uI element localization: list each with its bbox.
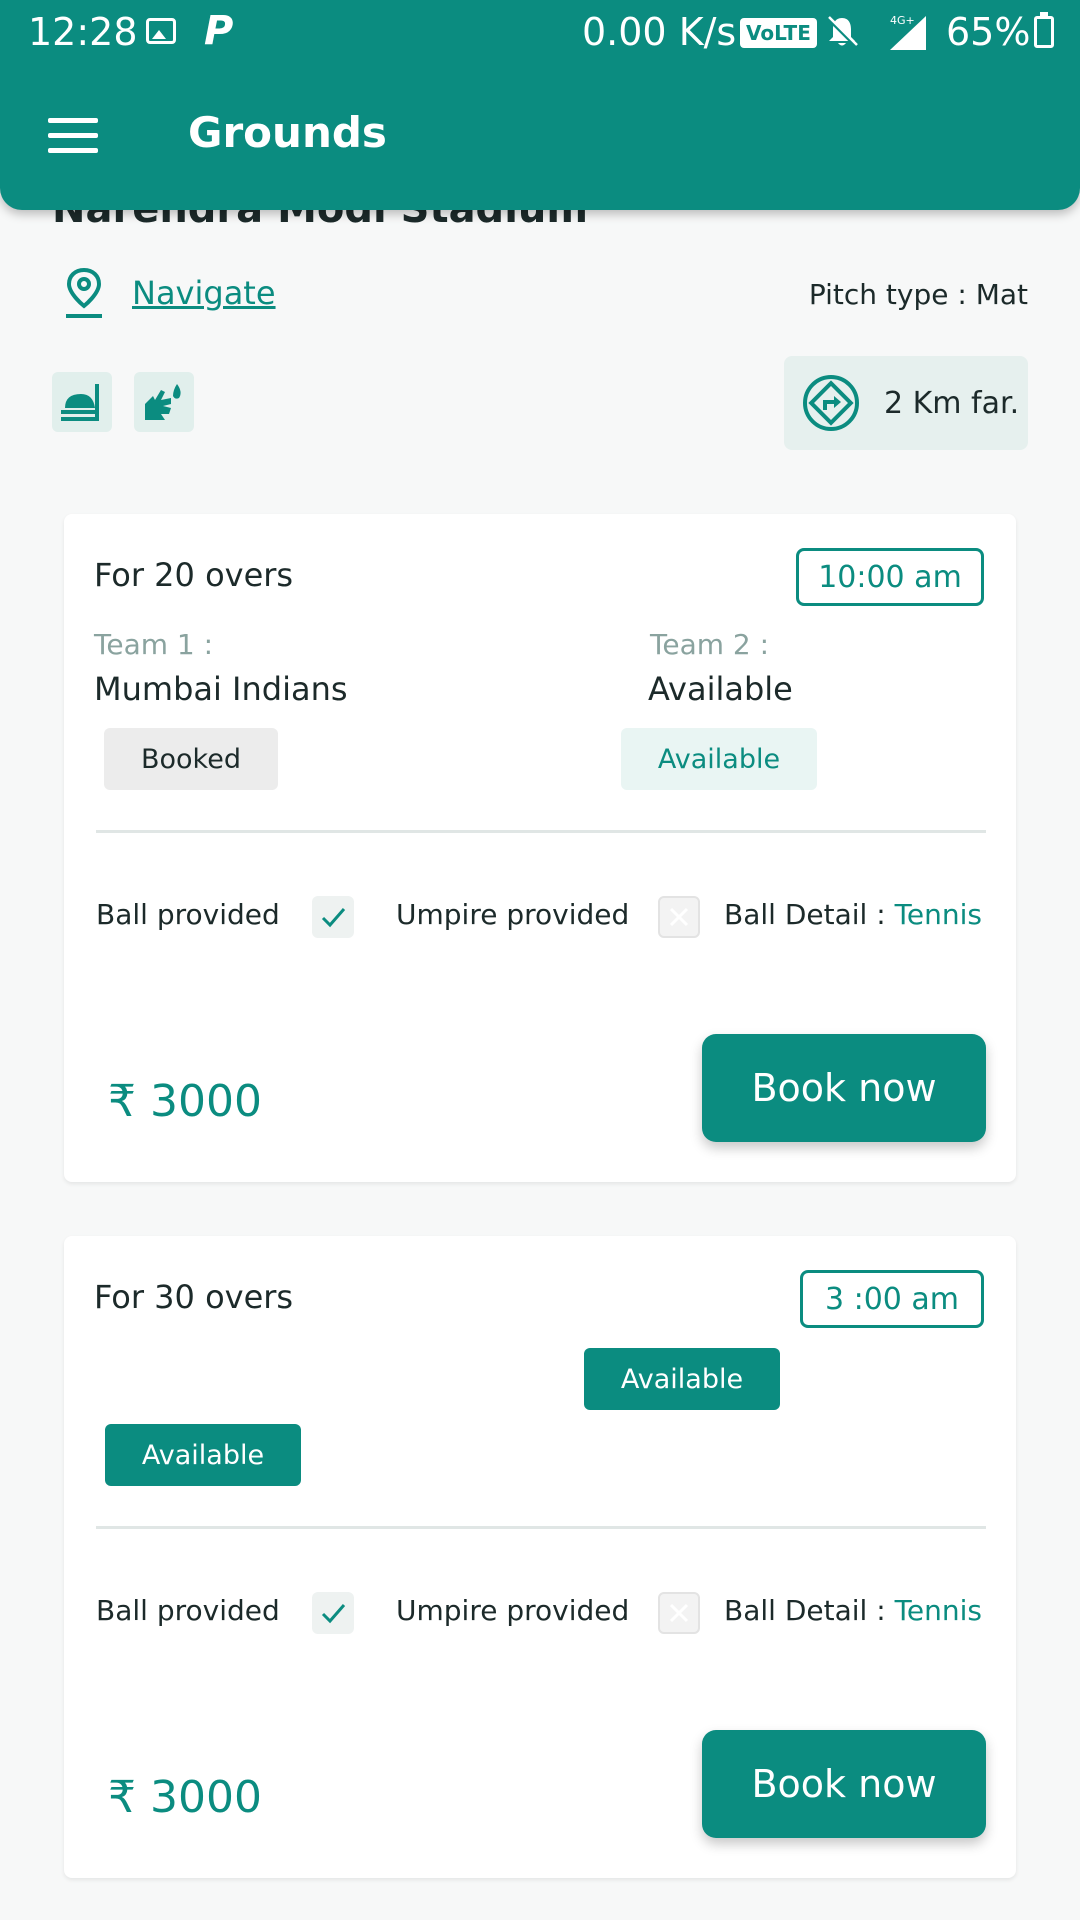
team2-name: Available	[648, 670, 793, 708]
umpire-provided-check	[658, 1592, 700, 1634]
menu-button[interactable]	[48, 118, 98, 154]
overs-label: For 20 overs	[94, 556, 294, 594]
parking-notification-icon: P	[204, 8, 234, 54]
team1-label: Team 1 :	[94, 628, 214, 661]
app-bar: 12:28 P 0.00 K/s VoLTE 4G+ 65% Grounds	[0, 0, 1080, 210]
directions-icon	[803, 375, 859, 431]
volte-icon: VoLTE	[740, 18, 817, 48]
ball-detail-value: Tennis	[894, 1594, 982, 1627]
ball-provided-label: Ball provided	[96, 1594, 280, 1627]
menu-icon-line	[48, 148, 98, 153]
umpire-provided-label: Umpire provided	[396, 1594, 630, 1627]
location-pin-icon	[66, 267, 102, 318]
signal-icon: 4G+	[890, 14, 926, 50]
check-icon	[321, 1604, 346, 1624]
team1-status-badge[interactable]: Available	[105, 1424, 301, 1486]
network-type: 4G+	[890, 14, 915, 27]
hand-wash-icon	[134, 372, 194, 432]
distance-badge: 2 Km far.	[784, 356, 1028, 450]
status-bar: 12:28 P 0.00 K/s VoLTE 4G+ 65%	[0, 0, 1080, 64]
battery-icon	[1034, 12, 1054, 48]
book-now-button[interactable]: Book now	[702, 1034, 986, 1142]
food-icon	[52, 372, 112, 432]
overs-label: For 30 overs	[94, 1278, 294, 1316]
time-badge[interactable]: 3 :00 am	[800, 1270, 984, 1328]
image-notification-icon	[146, 18, 176, 44]
hand-icon	[145, 384, 181, 420]
price: ₹ 3000	[108, 1076, 262, 1127]
cross-icon	[669, 907, 689, 927]
distance-text: 2 Km far.	[884, 385, 1020, 421]
team2-label: Team 2 :	[650, 628, 770, 661]
menu-icon-line	[48, 133, 98, 138]
check-icon	[321, 908, 346, 928]
ball-detail: Ball Detail : Tennis	[724, 898, 982, 931]
menu-icon-line	[48, 118, 98, 123]
divider	[96, 830, 986, 833]
team2-status-badge[interactable]: Available	[584, 1348, 780, 1410]
ball-provided-check	[312, 1592, 354, 1634]
ball-detail-value: Tennis	[894, 898, 982, 931]
navigate-button[interactable]: Navigate	[62, 266, 276, 320]
battery-percent: 65%	[946, 10, 1031, 54]
food-service-icon	[61, 384, 99, 421]
cross-icon	[669, 1603, 689, 1623]
team1-status-badge: Booked	[104, 728, 278, 790]
team2-status-badge[interactable]: Available	[621, 728, 817, 790]
ball-provided-label: Ball provided	[96, 898, 280, 931]
umpire-provided-check	[658, 896, 700, 938]
team1-name: Mumbai Indians	[94, 670, 348, 708]
page-title: Grounds	[188, 108, 387, 157]
slot-card: For 30 overs 3 :00 am Available Availabl…	[64, 1236, 1016, 1878]
ball-detail: Ball Detail : Tennis	[724, 1594, 982, 1627]
book-now-button[interactable]: Book now	[702, 1730, 986, 1838]
navigate-link[interactable]: Navigate	[132, 274, 276, 312]
pitch-type: Pitch type : Mat	[808, 278, 1028, 311]
ball-detail-label: Ball Detail :	[724, 898, 895, 931]
divider	[96, 1526, 986, 1529]
ball-provided-check	[312, 896, 354, 938]
time-badge[interactable]: 10:00 am	[796, 548, 984, 606]
network-speed: 0.00 K/s	[582, 10, 737, 54]
umpire-provided-label: Umpire provided	[396, 898, 630, 931]
slot-card: For 20 overs 10:00 am Team 1 : Mumbai In…	[64, 514, 1016, 1182]
ball-detail-label: Ball Detail :	[724, 1594, 895, 1627]
status-time: 12:28	[28, 10, 138, 54]
bell-muted-icon	[826, 16, 858, 48]
price: ₹ 3000	[108, 1772, 262, 1823]
